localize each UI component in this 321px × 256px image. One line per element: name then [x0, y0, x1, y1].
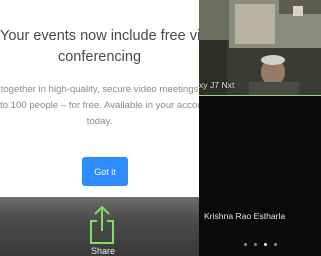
meeting-notification-panel: Your events now include free video confe… — [0, 0, 199, 256]
page-dot-active — [264, 243, 267, 246]
share-label: Share — [90, 246, 116, 256]
participant-name: xy J7 Nxt — [199, 80, 235, 90]
promo-body-line: to 100 people – for free. Available in y… — [0, 100, 199, 111]
page-dot — [254, 243, 257, 246]
participant-tile[interactable]: xy J7 Nxt — [199, 0, 321, 96]
promo-title-line: Your events now include free video — [0, 28, 199, 44]
promo-title-line: conferencing — [57, 49, 142, 65]
participant-tile[interactable]: Krishna Rao Estharla — [199, 96, 321, 256]
share-upload-icon — [90, 205, 114, 244]
page-indicator[interactable] — [244, 243, 277, 246]
promo-body: together in high-quality, secure video m… — [0, 82, 199, 130]
participant-panel: xy J7 Nxt Krishna Rao Estharla — [199, 0, 321, 256]
got-it-button[interactable]: Got it — [82, 157, 128, 186]
page-dot — [244, 243, 247, 246]
promo-body-line: today. — [86, 116, 113, 127]
participant-name: Krishna Rao Estharla — [204, 211, 286, 221]
promo-title: Your events now include free video confe… — [0, 26, 199, 68]
page-dot — [274, 243, 277, 246]
promo-body-line: together in high-quality, secure video m… — [0, 84, 199, 95]
